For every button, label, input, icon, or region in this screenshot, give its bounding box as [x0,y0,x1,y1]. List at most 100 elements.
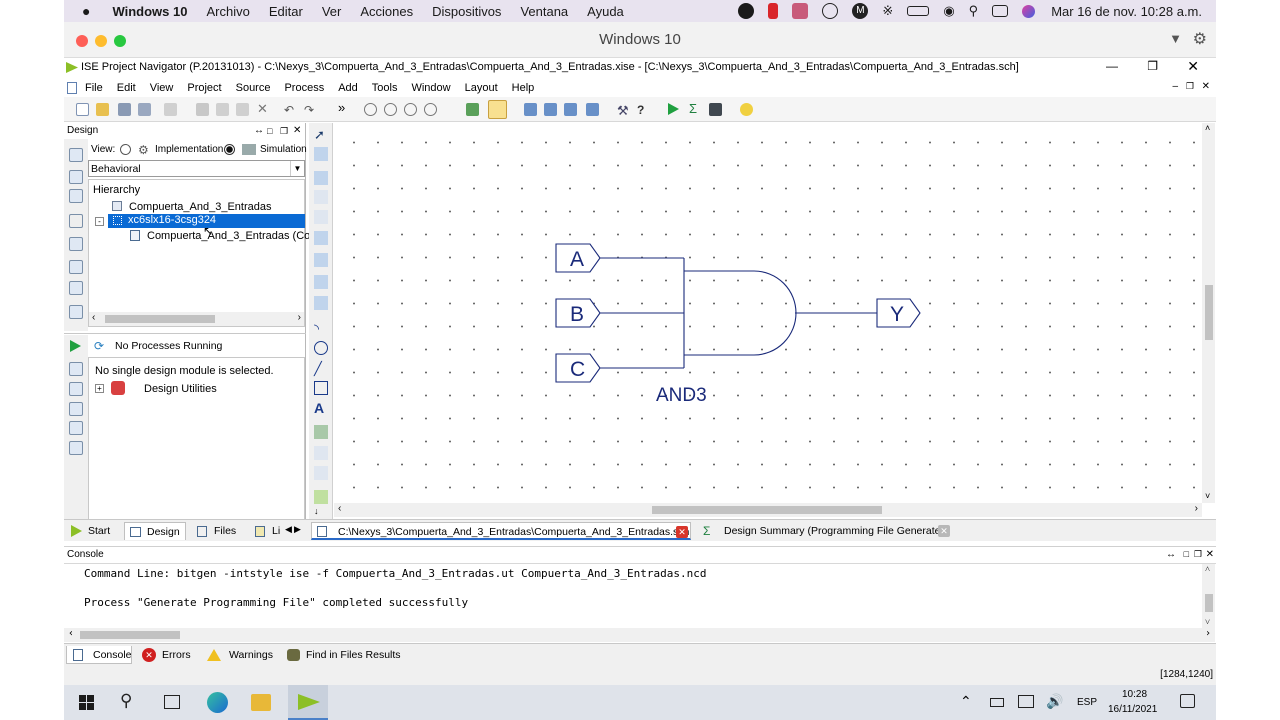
windows-start-icon[interactable] [79,695,94,710]
hierarchy-push-icon[interactable] [524,103,537,116]
ise-taskbar-button[interactable] [288,685,328,720]
tray-date[interactable]: 16/11/2021 [1108,704,1157,715]
maximize-panel-icon[interactable]: □ [267,123,272,139]
add-branch-icon[interactable] [314,296,328,310]
close-panel-icon[interactable]: ✕ [293,123,301,139]
menubar-item-acciones[interactable]: Acciones [360,4,413,19]
bus-tap-icon[interactable] [314,210,328,224]
console-float-icon[interactable]: ↔ [1166,547,1176,562]
scroll-down-icon[interactable]: ˅ [1205,491,1210,501]
notifications-icon[interactable] [1180,694,1195,708]
menu-view[interactable]: View [150,82,174,94]
telescope-icon[interactable] [709,103,722,116]
scroll-right-icon[interactable]: › [298,312,301,323]
hierarchy-pop-icon[interactable] [544,103,557,116]
canvas-hscroll-thumb[interactable] [652,506,882,514]
siri-icon[interactable] [1022,4,1036,18]
toolbar-more[interactable]: » [338,100,351,115]
cut-icon[interactable] [196,103,209,116]
console-hscrollbar[interactable]: ‹ › [64,628,1215,642]
sheet-icon[interactable] [564,103,577,116]
zoom-in-icon[interactable] [364,103,377,116]
add-wire-icon[interactable] [314,147,328,161]
canvas-scroll-right-icon[interactable]: › [1195,503,1198,514]
restore-panel-icon[interactable]: ❐ [280,123,288,139]
add-rectangle-icon[interactable] [314,381,328,395]
console-output[interactable]: Command Line: bitgen -intstyle ise -f Co… [64,563,1216,643]
process-tool-2-icon[interactable] [69,382,83,396]
tree-item-module[interactable]: Compuerta_And_3_Entradas (Cor [147,230,314,242]
dropdown-icon[interactable]: ▼ [1169,31,1182,46]
console-scroll-up-icon[interactable]: ˄ [1205,564,1210,575]
redo-icon[interactable]: ↷ [304,103,317,117]
radio-simulation[interactable] [224,144,235,155]
canvas-scroll-left-icon[interactable]: ‹ [338,503,341,514]
search-icon[interactable]: ⚲ [969,3,979,19]
menu-add[interactable]: Add [338,82,358,94]
wifi-icon[interactable]: ◉ [943,3,954,19]
menubar-item-ayuda[interactable]: Ayuda [587,4,624,19]
save-icon[interactable] [118,103,131,116]
tab-scroll-right-icon[interactable]: ▶ [294,524,301,535]
restore-icon[interactable]: ❐ [1147,59,1158,73]
tab-start[interactable]: Start [66,522,122,540]
canvas-vscroll-thumb[interactable] [1205,285,1213,340]
menubar-item-ver[interactable]: Ver [322,4,342,19]
bluetooth-icon[interactable]: ※ [882,3,893,19]
side-tool-5-icon[interactable] [69,237,83,251]
console-hscroll-thumb[interactable] [80,631,180,639]
console-close-icon[interactable]: ✕ [1206,547,1214,562]
open-folder-icon[interactable] [96,103,109,116]
radio-simulation-label[interactable]: Simulation [260,144,307,155]
menu-window[interactable]: Window [411,82,450,94]
tree-item-project[interactable]: Compuerta_And_3_Entradas [129,201,271,213]
add-io-marker-icon[interactable] [314,231,328,245]
menu-tools[interactable]: Tools [372,82,398,94]
no-cloud-icon[interactable] [822,3,839,19]
control-center-icon[interactable] [992,5,1009,17]
tab-console[interactable]: Console [66,646,132,664]
process-tool-3-icon[interactable] [69,402,83,416]
tray-battery-icon[interactable] [990,698,1004,707]
child-restore-icon[interactable]: ❐ [1186,81,1194,92]
process-tool-1-icon[interactable] [69,362,83,376]
close-summary-tab-icon[interactable]: ✕ [938,525,950,537]
collapse-icon[interactable]: - [95,217,104,226]
zoom-area-icon[interactable] [424,103,437,116]
add-instance-icon[interactable] [314,275,328,289]
add-circle-icon[interactable] [314,341,328,355]
zoom-fit-icon[interactable] [404,103,417,116]
side-tool-4-icon[interactable] [69,214,83,228]
help-cursor-icon[interactable]: ? [637,103,650,117]
copy-icon[interactable] [216,103,229,116]
m-app-icon[interactable]: M [852,3,869,19]
tray-volume-icon[interactable]: 🔊 [1046,693,1063,710]
expand-icon[interactable]: + [95,384,104,393]
file-explorer-icon[interactable] [251,694,271,711]
pan-icon[interactable] [488,100,507,119]
close-doc-tab-icon[interactable]: ✕ [676,526,688,538]
tab-schematic-doc[interactable]: C:\Nexys_3\Compuerta_And_3_Entradas\Comp… [311,522,691,540]
console-vscrollbar[interactable]: ˄ ˅ [1202,564,1215,628]
add-line-icon[interactable]: ╱ [314,361,328,376]
run-icon[interactable] [668,103,679,115]
menu-project[interactable]: Project [187,82,221,94]
menu-source[interactable]: Source [236,82,271,94]
menubar-item-dispositivos[interactable]: Dispositivos [432,4,501,19]
select-icon[interactable]: ➚ [314,127,328,142]
console-maximize-icon[interactable]: □ [1184,547,1189,562]
console-scroll-down-icon[interactable]: ˅ [1205,617,1210,628]
parallels-icon[interactable] [768,3,779,19]
console-scroll-right-icon[interactable]: › [1205,628,1211,639]
tree-item-design-utilities[interactable]: Design Utilities [144,383,217,395]
side-tool-2-icon[interactable] [69,170,83,184]
menu-file[interactable]: File [85,82,103,94]
add-text-icon[interactable]: A [314,400,328,416]
taskbar-search-icon[interactable]: ⚲ [120,691,132,711]
paste-icon[interactable] [236,103,249,116]
tray-network-icon[interactable] [1018,695,1034,708]
close-icon[interactable]: ✕ [1187,58,1199,75]
console-vscroll-thumb[interactable] [1205,594,1213,612]
run-process-icon[interactable] [70,340,81,352]
add-image-icon[interactable] [314,425,328,439]
